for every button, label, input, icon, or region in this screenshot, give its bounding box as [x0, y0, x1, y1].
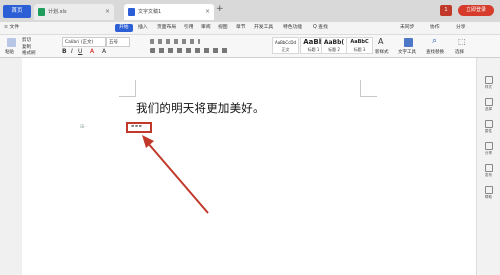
properties-icon: [484, 120, 493, 128]
share-icon: [484, 142, 493, 150]
publish-icon: [484, 164, 493, 172]
panel-select[interactable]: 选择: [477, 98, 500, 112]
panel-label: 分享: [484, 151, 493, 155]
right-side-panel: 样式 选择 属性 分享 发布 帮助: [476, 58, 500, 275]
help-icon: [484, 186, 493, 194]
panel-share[interactable]: 分享: [477, 142, 500, 156]
panel-label: 选择: [484, 107, 493, 111]
panel-label: 帮助: [484, 195, 493, 199]
panel-publish[interactable]: 发布: [477, 164, 500, 178]
panel-styles[interactable]: 样式: [477, 76, 500, 90]
panel-label: 发布: [484, 173, 493, 177]
panel-label: 样式: [484, 85, 493, 89]
panel-help[interactable]: 帮助: [477, 186, 500, 200]
panel-label: 属性: [484, 129, 493, 133]
annotation-arrow: [142, 135, 209, 214]
styles-icon: [484, 76, 493, 84]
panel-properties[interactable]: 属性: [477, 120, 500, 134]
select-icon: [484, 98, 493, 106]
